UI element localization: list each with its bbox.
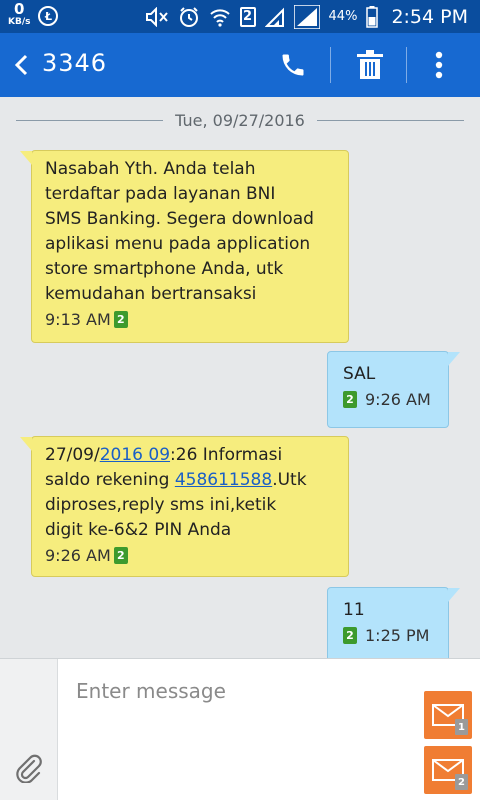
message-text: SAL xyxy=(343,364,376,384)
separator-line xyxy=(316,119,464,121)
battery-percent: 44% xyxy=(328,9,358,24)
sim-number-badge: 2 xyxy=(455,774,468,790)
paperclip-icon xyxy=(16,754,42,783)
bubble-tail xyxy=(20,151,32,165)
message-time: 1:25 PM xyxy=(365,626,430,645)
data-speed-unit: KB/s xyxy=(8,17,31,27)
attach-panel xyxy=(0,659,58,800)
status-bar: 0 KB/s Ł 2 44% 2:54 PM xyxy=(0,0,480,33)
date-label: Tue, 09/27/2016 xyxy=(175,110,305,130)
date-link[interactable]: 2016 09 xyxy=(100,445,170,465)
message-time: 9:13 AM xyxy=(45,310,111,329)
account-number-link[interactable]: 458611588 xyxy=(175,470,272,490)
sim-badge-icon: 2 xyxy=(343,627,357,644)
back-button[interactable] xyxy=(8,50,34,80)
app-bar: 3346 xyxy=(0,33,480,97)
delete-button[interactable] xyxy=(350,45,390,85)
alarm-icon xyxy=(178,6,200,28)
data-speed-indicator: 0 KB/s xyxy=(8,2,30,27)
battery-icon xyxy=(366,5,379,28)
status-right: 2 44% 2:54 PM xyxy=(145,0,468,33)
bubble-tail xyxy=(20,437,32,451)
received-message-bubble[interactable]: 27/09/2016 09:26 Informasi saldo rekenin… xyxy=(20,436,349,577)
conversation-list[interactable]: Tue, 09/27/2016 Nasabah Yth. Anda telah … xyxy=(0,97,480,658)
toolbar-divider xyxy=(406,47,407,83)
contact-name: 3346 xyxy=(42,49,108,77)
message-time: 9:26 AM xyxy=(365,390,431,409)
signal-icon-2 xyxy=(293,4,320,29)
message-text: Nasabah Yth. Anda telah terdaftar pada l… xyxy=(45,159,314,304)
data-speed-value: 0 xyxy=(14,0,25,18)
trash-icon xyxy=(357,50,383,79)
sim-badge-icon: 2 xyxy=(113,547,128,564)
signal-icon xyxy=(264,6,285,28)
message-input[interactable]: Enter message xyxy=(76,679,406,703)
sim-badge-icon: 2 xyxy=(343,391,357,408)
message-text: 27/09/2016 09:26 Informasi saldo rekenin… xyxy=(45,443,336,543)
status-clock: 2:54 PM xyxy=(391,5,468,28)
sim-badge-icon: 2 xyxy=(113,311,128,328)
separator-line xyxy=(16,119,164,121)
more-vert-icon xyxy=(435,51,443,79)
call-button[interactable] xyxy=(272,45,314,85)
coin-icon: Ł xyxy=(38,6,59,26)
phone-icon xyxy=(282,54,304,76)
more-options-button[interactable] xyxy=(424,45,454,85)
message-text: 11 xyxy=(343,600,365,620)
send-sim1-button[interactable]: 1 xyxy=(424,691,472,739)
chevron-left-icon xyxy=(14,54,28,76)
message-meta: 9:26 AM 2 xyxy=(45,546,336,565)
message-meta: 9:13 AM 2 xyxy=(45,310,336,329)
received-message-bubble[interactable]: Nasabah Yth. Anda telah terdaftar pada l… xyxy=(20,150,349,343)
bubble-tail xyxy=(448,352,460,366)
sim-number-badge: 1 xyxy=(455,719,468,735)
attach-button[interactable] xyxy=(12,751,46,785)
date-separator: Tue, 09/27/2016 xyxy=(16,109,464,131)
toolbar-divider xyxy=(330,47,331,83)
status-left: 0 KB/s Ł xyxy=(8,2,59,27)
sim-2-icon: 2 xyxy=(239,6,256,27)
mute-icon xyxy=(145,6,169,27)
sent-message-bubble[interactable]: SAL 2 9:26 AM xyxy=(327,351,460,428)
message-text-part: 27/09/ xyxy=(45,445,100,465)
bubble-tail xyxy=(448,588,460,602)
message-composer: Enter message 1 2 xyxy=(0,658,480,800)
wifi-icon xyxy=(209,7,231,27)
message-meta: 2 9:26 AM xyxy=(343,390,436,409)
message-meta: 2 1:25 PM xyxy=(343,626,436,645)
send-sim2-button[interactable]: 2 xyxy=(424,746,472,794)
sent-message-bubble[interactable]: 11 2 1:25 PM xyxy=(327,587,460,658)
message-time: 9:26 AM xyxy=(45,546,111,565)
